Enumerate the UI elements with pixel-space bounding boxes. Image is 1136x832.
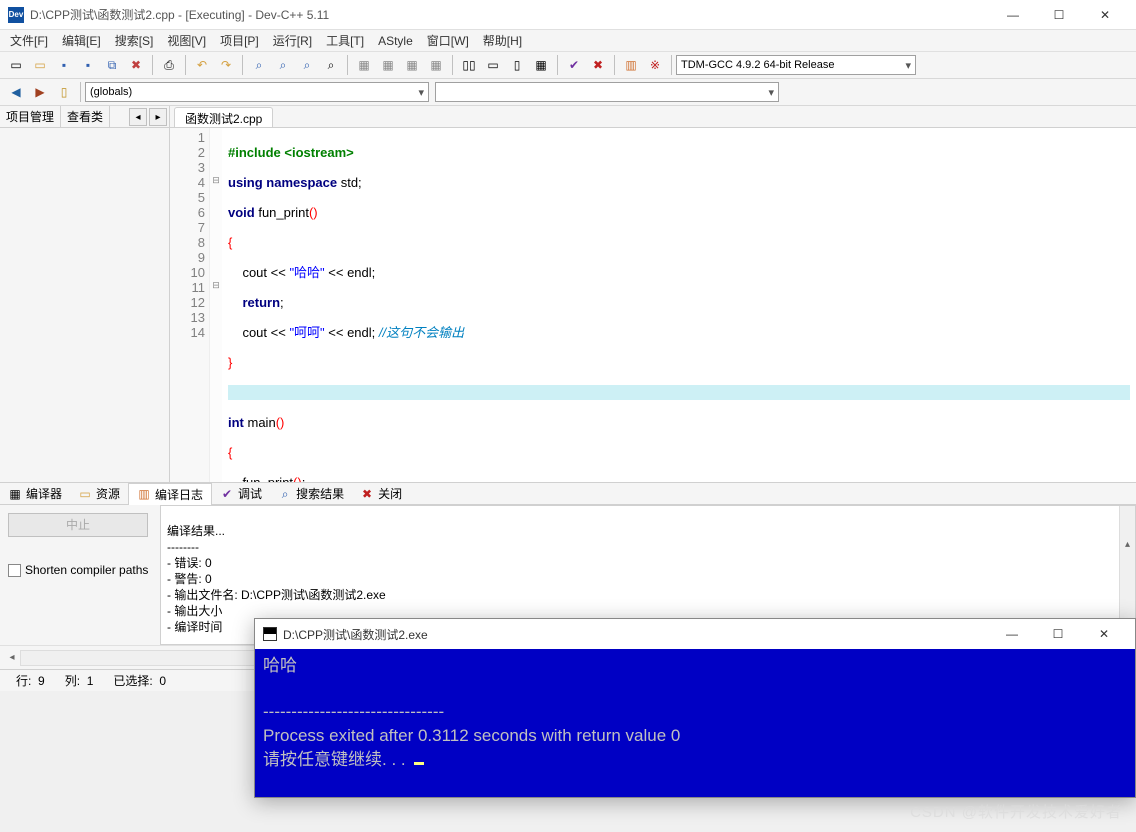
run-button[interactable]	[377, 54, 399, 76]
save-all-button[interactable]	[101, 54, 123, 76]
maximize-button[interactable]: ☐	[1036, 0, 1082, 30]
clear-errors-button[interactable]	[587, 54, 609, 76]
console-window: D:\CPP测试\函数测试2.exe — ☐ ✕ 哈哈 ------------…	[254, 618, 1136, 798]
scroll-left-icon[interactable]: ◂	[4, 650, 20, 666]
debug-icon	[220, 487, 234, 501]
menu-bar: 文件[F] 编辑[E] 搜索[S] 视图[V] 项目[P] 运行[R] 工具[T…	[0, 30, 1136, 52]
compiler-combo[interactable]: TDM-GCC 4.9.2 64-bit Release ▾	[676, 55, 916, 75]
close-button[interactable]: ✕	[1082, 0, 1128, 30]
abort-button[interactable]: 中止	[8, 513, 148, 537]
panel-next-button[interactable]: ▸	[149, 108, 167, 126]
editor-pane: 函数测试2.cpp 123 456 789 101112 1314 ⊟ ⊟ #i…	[170, 106, 1136, 482]
menu-file[interactable]: 文件[F]	[4, 30, 54, 51]
debug-button[interactable]	[644, 54, 666, 76]
goto-button[interactable]	[320, 54, 342, 76]
menu-tools[interactable]: 工具[T]	[320, 30, 370, 51]
undo-button[interactable]	[191, 54, 213, 76]
layout-2-button[interactable]	[482, 54, 504, 76]
nav-forward-button[interactable]	[29, 81, 51, 103]
console-maximize-button[interactable]: ☐	[1035, 619, 1081, 649]
project-panel: 项目管理 查看类 ◂ ▸	[0, 106, 170, 482]
console-title: D:\CPP测试\函数测试2.exe	[283, 626, 989, 643]
close-icon	[360, 487, 374, 501]
nav-back-button[interactable]	[5, 81, 27, 103]
compiler-combo-value: TDM-GCC 4.9.2 64-bit Release	[681, 59, 834, 71]
tab-classes[interactable]: 查看类	[61, 106, 110, 127]
print-button[interactable]	[158, 54, 180, 76]
window-title: D:\CPP测试\函数测试2.cpp - [Executing] - Dev-C…	[30, 6, 990, 23]
compile-button[interactable]	[353, 54, 375, 76]
menu-project[interactable]: 项目[P]	[214, 30, 265, 51]
menu-run[interactable]: 运行[R]	[267, 30, 318, 51]
menu-astyle[interactable]: AStyle	[372, 32, 419, 50]
menu-search[interactable]: 搜索[S]	[109, 30, 160, 51]
compiler-icon	[8, 487, 22, 501]
save-as-button[interactable]	[77, 54, 99, 76]
scroll-up-icon[interactable]: ▴	[1120, 536, 1135, 552]
status-sel: 已选择: 0	[105, 672, 174, 689]
watermark: CSDN @软件开发技术爱好者	[910, 801, 1122, 822]
code-text[interactable]: #include <iostream> using namespace std;…	[222, 128, 1136, 482]
title-bar: Dev D:\CPP测试\函数测试2.cpp - [Executing] - D…	[0, 0, 1136, 30]
symbol-combo[interactable]: ▾	[435, 82, 779, 102]
console-close-button[interactable]: ✕	[1081, 619, 1127, 649]
tab-project[interactable]: 项目管理	[0, 106, 61, 127]
redo-button[interactable]	[215, 54, 237, 76]
layout-1-button[interactable]	[458, 54, 480, 76]
compile-run-button[interactable]	[401, 54, 423, 76]
menu-help[interactable]: 帮助[H]	[477, 30, 528, 51]
menu-edit[interactable]: 编辑[E]	[56, 30, 107, 51]
tab-compiler[interactable]: 编译器	[0, 483, 70, 504]
layout-3-button[interactable]	[506, 54, 528, 76]
rebuild-button[interactable]	[425, 54, 447, 76]
toolbar-main: TDM-GCC 4.9.2 64-bit Release ▾	[0, 52, 1136, 79]
toolbar-nav: (globals) ▾ ▾	[0, 79, 1136, 106]
console-icon	[263, 627, 277, 641]
log-icon	[137, 487, 151, 501]
search-icon	[278, 487, 292, 501]
menu-view[interactable]: 视图[V]	[161, 30, 212, 51]
layout-4-button[interactable]	[530, 54, 552, 76]
find-in-files-button[interactable]	[296, 54, 318, 76]
checkbox-icon	[8, 564, 21, 577]
chevron-down-icon: ▾	[418, 86, 424, 99]
scope-combo[interactable]: (globals) ▾	[85, 82, 429, 102]
new-file-button[interactable]	[5, 54, 27, 76]
syntax-check-button[interactable]	[563, 54, 585, 76]
status-row: 行: 9	[8, 672, 53, 689]
replace-button[interactable]	[272, 54, 294, 76]
save-button[interactable]	[53, 54, 75, 76]
line-gutter: 123 456 789 101112 1314	[170, 128, 210, 482]
open-file-button[interactable]	[29, 54, 51, 76]
console-output[interactable]: 哈哈 -------------------------------- Proc…	[255, 649, 1135, 797]
chevron-down-icon: ▾	[768, 86, 774, 99]
tab-compile-log[interactable]: 编译日志	[128, 483, 212, 505]
code-editor[interactable]: 123 456 789 101112 1314 ⊟ ⊟ #include <io…	[170, 128, 1136, 482]
tab-resources[interactable]: 资源	[70, 483, 128, 504]
fold-column: ⊟ ⊟	[210, 128, 222, 482]
bookmarks-button[interactable]	[53, 81, 75, 103]
scope-combo-value: (globals)	[90, 86, 132, 98]
shorten-paths-checkbox[interactable]: Shorten compiler paths	[8, 563, 152, 577]
main-area: 项目管理 查看类 ◂ ▸ 函数测试2.cpp 123 456 789 10111…	[0, 106, 1136, 482]
tab-debug[interactable]: 调试	[212, 483, 270, 504]
status-col: 列: 1	[57, 672, 102, 689]
close-file-button[interactable]	[125, 54, 147, 76]
panel-prev-button[interactable]: ◂	[129, 108, 147, 126]
tab-close[interactable]: 关闭	[352, 483, 410, 504]
app-icon: Dev	[8, 7, 24, 23]
cursor-icon	[414, 762, 424, 765]
find-button[interactable]	[248, 54, 270, 76]
console-minimize-button[interactable]: —	[989, 619, 1035, 649]
chevron-down-icon: ▾	[905, 59, 911, 72]
menu-window[interactable]: 窗口[W]	[421, 30, 475, 51]
resource-icon	[78, 487, 92, 501]
tab-search-results[interactable]: 搜索结果	[270, 483, 352, 504]
profile-button[interactable]	[620, 54, 642, 76]
editor-tab-active[interactable]: 函数测试2.cpp	[174, 107, 273, 127]
minimize-button[interactable]: —	[990, 0, 1036, 30]
